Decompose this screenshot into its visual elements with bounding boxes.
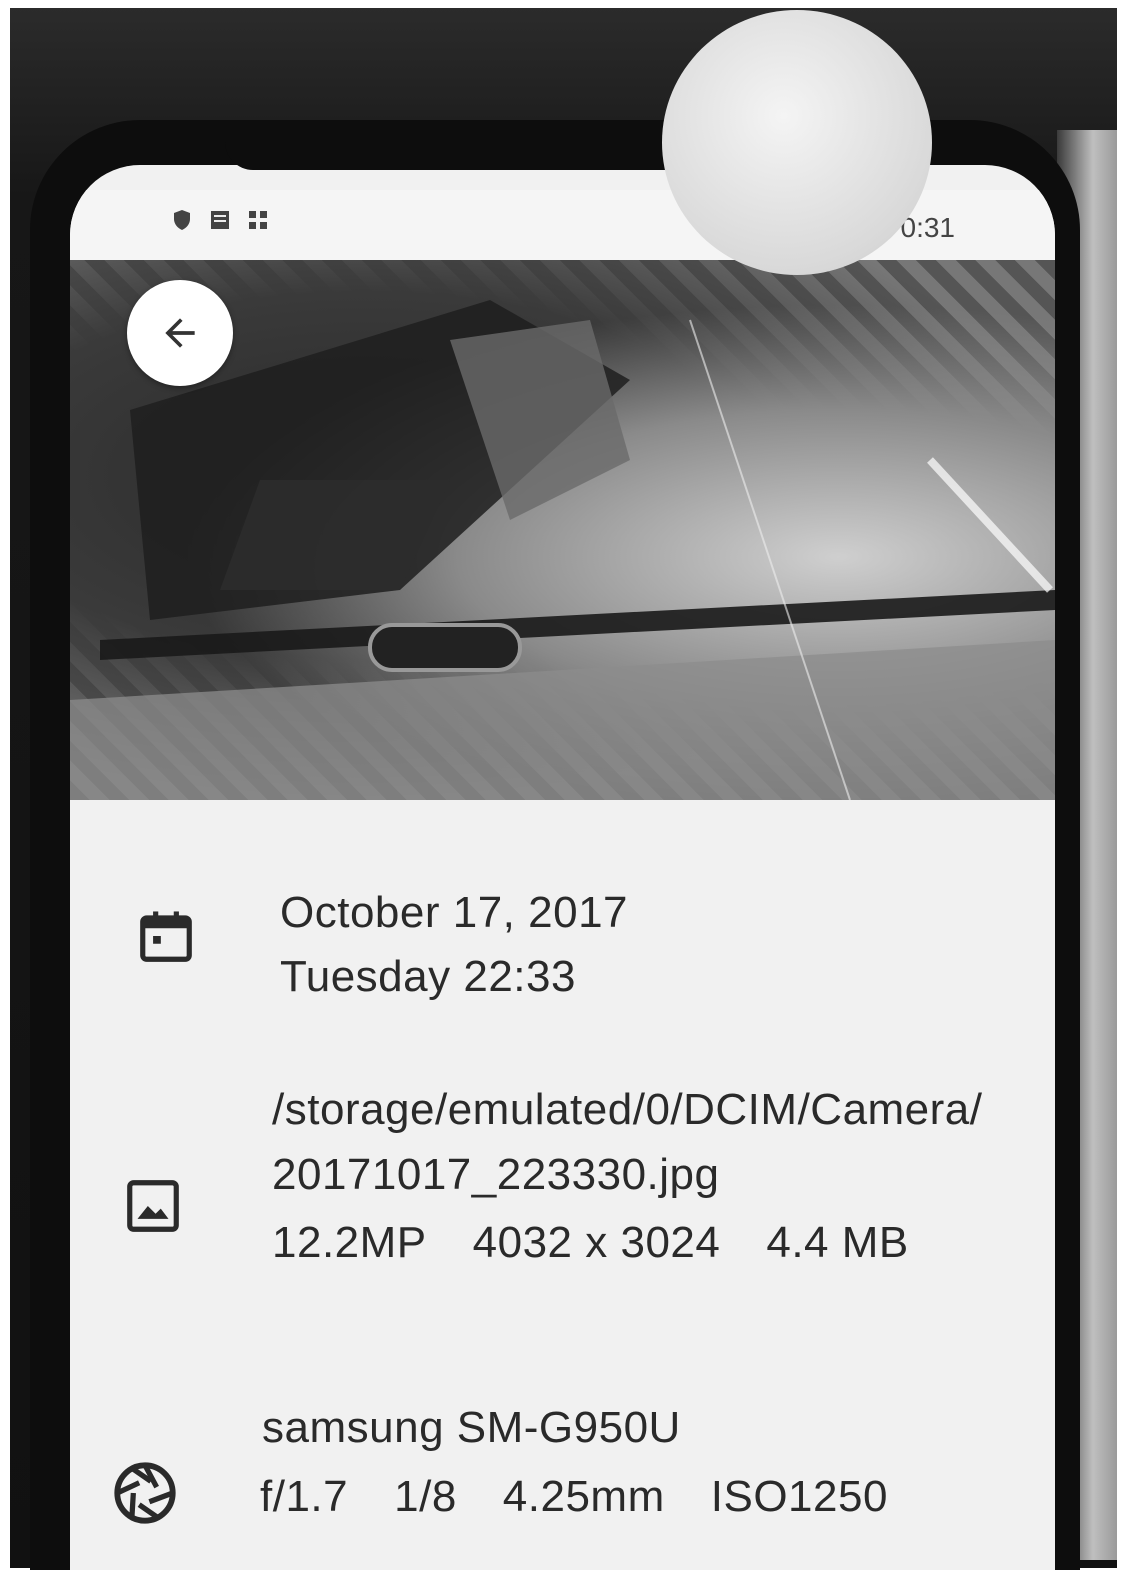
photo-frame: 0:31 October 17, 2017 Tuesday 22:33 /sto… [0,0,1127,1573]
arrow-left-icon [165,318,195,348]
resolution: 4032 x 3024 [472,1218,721,1267]
sticker [662,10,932,275]
file-path-line2: 20171017_223330.jpg [272,1150,720,1199]
megapixels: 12.2MP [272,1218,427,1267]
shield-icon [170,208,194,232]
back-button[interactable] [127,280,233,386]
camera-model: samsung SM-G950U [262,1403,681,1452]
shutter-value: 1/8 [394,1472,457,1521]
details-panel: October 17, 2017 Tuesday 22:33 /storage/… [70,800,1055,1570]
photo-preview[interactable] [70,260,1055,800]
aperture-icon [110,1458,176,1524]
phone-screen: 0:31 October 17, 2017 Tuesday 22:33 /sto… [70,165,1055,1570]
file-path-line1: /storage/emulated/0/DCIM/Camera/ [272,1085,983,1134]
calendar-icon [135,905,197,967]
grid-icon [246,208,270,232]
notification-icon [208,208,232,232]
image-icon [122,1175,184,1237]
file-size: 4.4 MB [766,1218,909,1267]
day-time-text: Tuesday 22:33 [280,952,576,1001]
focal-length-value: 4.25mm [502,1472,665,1521]
camera-settings: f/1.7 1/8 4.25mm ISO1250 [260,1472,888,1522]
iso-value: ISO1250 [710,1472,888,1521]
file-properties: 12.2MP 4032 x 3024 4.4 MB [272,1218,909,1268]
aperture-value: f/1.7 [260,1472,349,1521]
date-text: October 17, 2017 [280,888,629,937]
